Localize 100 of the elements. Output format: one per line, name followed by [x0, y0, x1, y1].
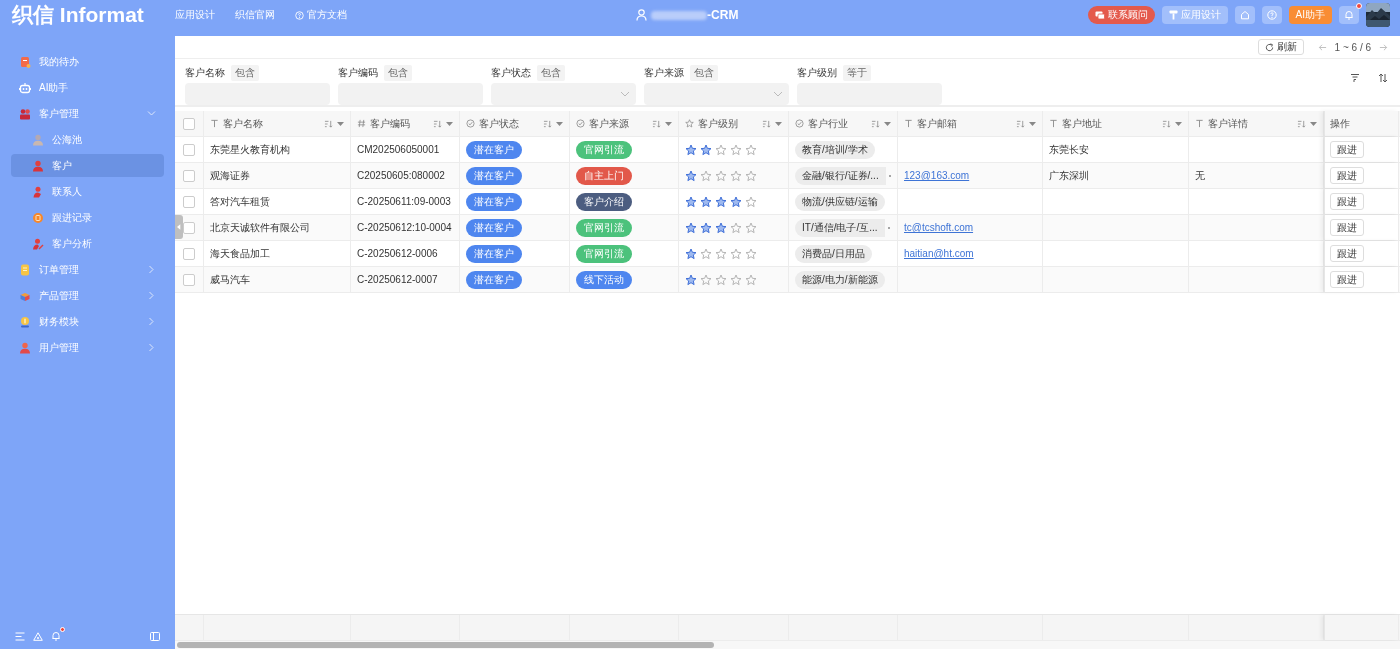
- star-icon[interactable]: [685, 221, 697, 234]
- star-icon[interactable]: [700, 169, 712, 182]
- star-icon[interactable]: [685, 143, 697, 156]
- menu-icon[interactable]: [15, 631, 25, 641]
- star-icon[interactable]: [715, 169, 727, 182]
- person-icon: [32, 133, 44, 146]
- star-icon[interactable]: [745, 273, 757, 286]
- sidebar-item[interactable]: 订单管理: [11, 258, 164, 281]
- column-header[interactable]: 客户级别: [679, 111, 789, 136]
- star-icon[interactable]: [685, 195, 697, 208]
- checkbox[interactable]: [183, 169, 195, 182]
- column-header[interactable]: 客户邮箱: [898, 111, 1043, 136]
- nav-link[interactable]: 官方文档: [295, 8, 347, 22]
- star-icon[interactable]: [715, 273, 727, 286]
- follow-up-button[interactable]: 跟进: [1330, 193, 1364, 210]
- checkbox[interactable]: [183, 273, 195, 286]
- star-icon[interactable]: [700, 221, 712, 234]
- filter-label: 客户名称: [185, 66, 225, 80]
- notification-button[interactable]: [1339, 6, 1359, 24]
- person-icon: [19, 341, 31, 354]
- follow-up-button[interactable]: 跟进: [1330, 167, 1364, 184]
- app-logo[interactable]: 织信 Informat: [12, 3, 144, 26]
- arrow-right-icon[interactable]: [1379, 42, 1388, 52]
- refresh-button[interactable]: 刷新: [1257, 39, 1304, 55]
- collapse-handle[interactable]: [175, 215, 183, 239]
- operator-tag[interactable]: 包含: [537, 65, 565, 81]
- star-icon[interactable]: [700, 195, 712, 208]
- filter-label: 客户来源: [644, 66, 684, 80]
- sidebar-item[interactable]: AI助手: [11, 76, 164, 99]
- column-header[interactable]: 客户来源: [570, 111, 679, 136]
- checkbox[interactable]: [183, 221, 195, 234]
- column-header[interactable]: 客户名称: [204, 111, 351, 136]
- checkbox[interactable]: [183, 195, 195, 208]
- star-icon[interactable]: [700, 247, 712, 260]
- star-icon[interactable]: [685, 273, 697, 286]
- filter-select[interactable]: [491, 83, 636, 105]
- star-icon[interactable]: [730, 221, 742, 234]
- star-icon[interactable]: [715, 221, 727, 234]
- star-icon[interactable]: [745, 247, 757, 260]
- sidebar-item[interactable]: 跟进记录: [11, 206, 164, 229]
- star-icon[interactable]: [730, 169, 742, 182]
- sidebar-item[interactable]: 客户管理: [11, 102, 164, 125]
- star-icon[interactable]: [730, 195, 742, 208]
- checkbox[interactable]: [183, 117, 195, 130]
- help-button[interactable]: [1261, 6, 1282, 24]
- checkbox[interactable]: [183, 247, 195, 260]
- arrow-left-icon[interactable]: [1317, 42, 1327, 52]
- home-icon: [1239, 10, 1250, 20]
- operator-tag[interactable]: 包含: [690, 65, 718, 81]
- column-header[interactable]: 客户状态: [460, 111, 570, 136]
- sidebar-item[interactable]: 联系人: [11, 180, 164, 203]
- star-icon[interactable]: [715, 195, 727, 208]
- sidebar-item[interactable]: 产品管理: [11, 284, 164, 307]
- star-icon[interactable]: [745, 143, 757, 156]
- operator-tag[interactable]: 包含: [384, 65, 412, 81]
- email-link[interactable]: tc@tcshoft.com: [904, 222, 974, 233]
- scrollbar-thumb[interactable]: [177, 642, 714, 648]
- column-header[interactable]: 客户行业: [789, 111, 898, 136]
- table-cell: C-20250612:10-0004: [351, 215, 460, 240]
- star-icon[interactable]: [700, 273, 712, 286]
- follow-up-button[interactable]: 跟进: [1330, 219, 1364, 236]
- sidebar-item[interactable]: 公海池: [11, 128, 164, 151]
- star-icon[interactable]: [700, 143, 712, 156]
- sort-icon[interactable]: [1378, 73, 1388, 83]
- sidebar-item[interactable]: 客户分析: [11, 232, 164, 255]
- sidebar-item[interactable]: 财务模块: [11, 310, 164, 333]
- star-icon[interactable]: [730, 143, 742, 156]
- follow-up-button[interactable]: 跟进: [1330, 271, 1364, 288]
- star-icon[interactable]: [730, 247, 742, 260]
- filter-select[interactable]: [644, 83, 789, 105]
- star-icon[interactable]: [685, 169, 697, 182]
- chat-icon: [1094, 10, 1105, 20]
- checkbox[interactable]: [183, 143, 195, 156]
- triangle-icon[interactable]: [33, 631, 43, 641]
- sidebar-item[interactable]: 我的待办: [11, 50, 164, 73]
- column-header[interactable]: 客户编码: [351, 111, 460, 136]
- sidebar-item[interactable]: 用户管理: [11, 336, 164, 359]
- sidebar-item[interactable]: 客户: [11, 154, 164, 177]
- star-icon[interactable]: [730, 273, 742, 286]
- email-link[interactable]: 123@163.com: [904, 170, 970, 181]
- nav-link[interactable]: 应用设计: [175, 8, 215, 22]
- star-icon[interactable]: [745, 169, 757, 182]
- column-header[interactable]: 客户地址: [1043, 111, 1189, 136]
- contact-button[interactable]: 联系顾问: [1087, 6, 1155, 24]
- collapse-icon[interactable]: [150, 631, 160, 641]
- nav-link[interactable]: 织信官网: [235, 8, 275, 22]
- filter-icon[interactable]: [1350, 73, 1360, 83]
- star-icon[interactable]: [745, 195, 757, 208]
- star-icon[interactable]: [685, 247, 697, 260]
- star-icon[interactable]: [745, 221, 757, 234]
- operator-tag[interactable]: 包含: [231, 65, 259, 81]
- status-tag: 潜在客户: [466, 140, 522, 159]
- operator-tag[interactable]: 等于: [843, 65, 871, 81]
- star-icon[interactable]: [715, 143, 727, 156]
- clipboard-icon: [19, 55, 31, 68]
- home-button[interactable]: [1234, 6, 1255, 24]
- email-link[interactable]: haitian@ht.com: [904, 248, 974, 259]
- follow-up-button[interactable]: 跟进: [1330, 245, 1364, 262]
- follow-up-button[interactable]: 跟进: [1330, 141, 1364, 158]
- star-icon[interactable]: [715, 247, 727, 260]
